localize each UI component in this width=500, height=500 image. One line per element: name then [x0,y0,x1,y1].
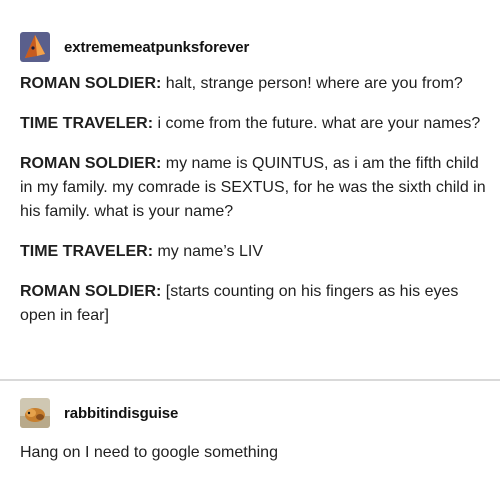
dialogue-line: ROMAN SOLDIER: [starts counting on his f… [20,280,490,328]
reply-text: Hang on I need to google something [20,444,278,461]
dialogue-line: TIME TRAVELER: my name’s LIV [20,240,490,264]
post-divider [0,379,500,381]
post-header: rabbitindisguise [20,398,178,428]
bunny-photo-icon [20,398,50,428]
dialogue-line: ROMAN SOLDIER: halt, strange person! whe… [20,72,490,96]
dialogue-text: my name’s LIV [153,243,263,260]
speaker-label: TIME TRAVELER: [20,243,154,260]
dialogue-text: halt, strange person! where are you from… [161,75,463,92]
speaker-label: TIME TRAVELER: [20,115,154,132]
dialogue-text: i come from the future. what are your na… [153,115,481,132]
post-body: Hang on I need to google something [20,441,490,481]
speaker-label: ROMAN SOLDIER: [20,283,162,300]
post-body: ROMAN SOLDIER: halt, strange person! whe… [20,72,490,344]
username[interactable]: rabbitindisguise [64,405,178,422]
pyramid-icon [20,32,50,62]
speaker-label: ROMAN SOLDIER: [20,75,162,92]
dialogue-line: TIME TRAVELER: i come from the future. w… [20,112,490,136]
avatar[interactable] [20,32,50,62]
avatar[interactable] [20,398,50,428]
username[interactable]: extrememeatpunksforever [64,39,249,56]
dialogue-line: ROMAN SOLDIER: my name is QUINTUS, as i … [20,152,490,224]
speaker-label: ROMAN SOLDIER: [20,155,162,172]
post-header: extrememeatpunksforever [20,32,249,62]
